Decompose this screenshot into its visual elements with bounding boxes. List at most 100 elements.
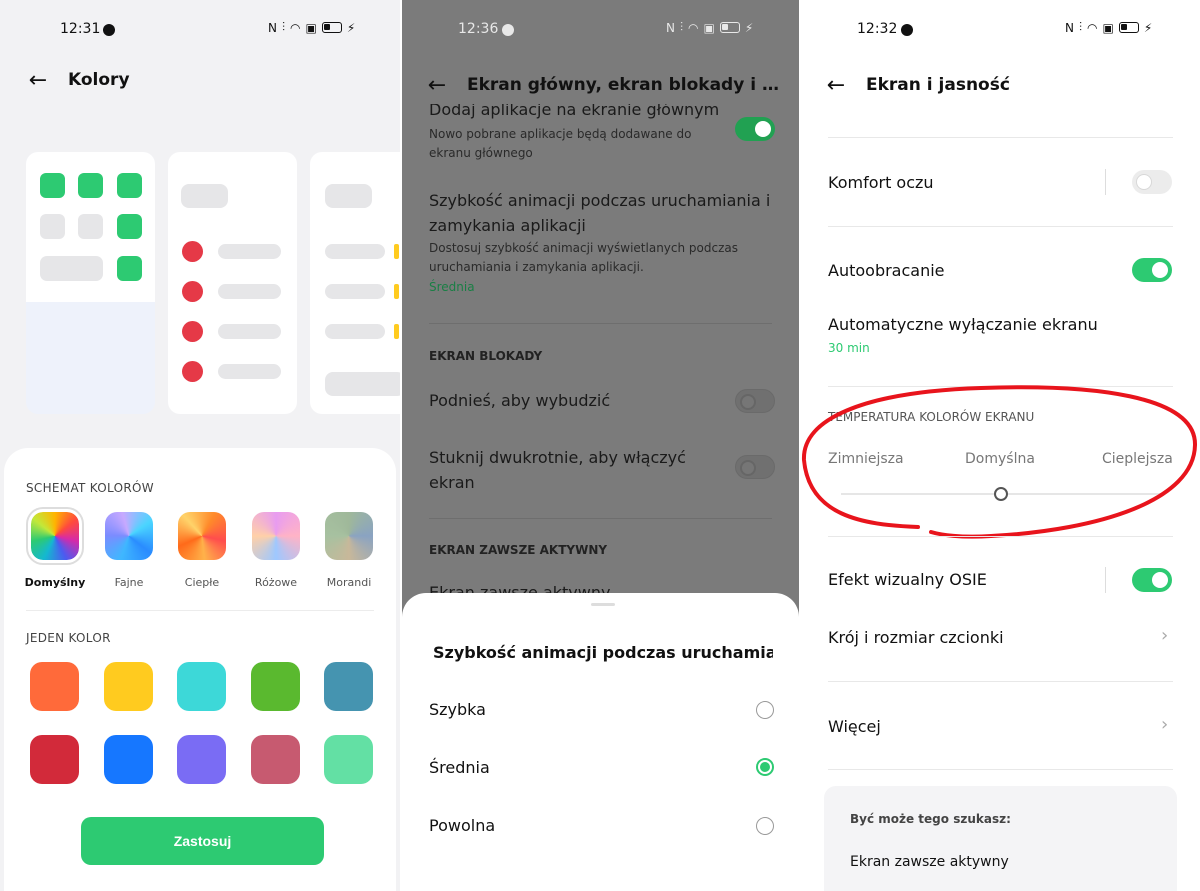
osie-toggle[interactable] bbox=[1132, 568, 1172, 592]
sim-icon: ▣ bbox=[1102, 20, 1114, 35]
preview-bar bbox=[325, 284, 385, 299]
add-apps-desc: Nowo pobrane aplikacje będą dodawane do … bbox=[429, 127, 692, 160]
colors-screen: 12:31 N ⫶ ◠ ▣ ⚡ ← Kolory SCHEMAT KOLORÓW… bbox=[0, 0, 400, 891]
color-swatch[interactable] bbox=[30, 735, 79, 784]
eye-comfort-toggle[interactable] bbox=[1132, 170, 1172, 194]
color-swatch[interactable] bbox=[30, 662, 79, 711]
divider bbox=[429, 518, 772, 519]
divider bbox=[828, 769, 1173, 770]
charging-icon: ⚡ bbox=[744, 20, 754, 35]
divider bbox=[429, 323, 772, 324]
double-tap-toggle[interactable] bbox=[735, 455, 775, 479]
auto-rotate-label: Autoobracanie bbox=[828, 261, 945, 280]
scheme-warm[interactable]: Ciepłe bbox=[177, 512, 227, 589]
scheme-morandi[interactable]: Morandi bbox=[324, 512, 374, 589]
preview-icon bbox=[117, 256, 142, 281]
scheme-pink[interactable]: Różowe bbox=[251, 512, 301, 589]
scheme-swatch bbox=[178, 512, 226, 560]
divider bbox=[828, 536, 1173, 537]
scheme-label: Morandi bbox=[326, 576, 372, 589]
preview-bar bbox=[181, 184, 228, 208]
status-bar: 12:31 N ⫶ ◠ ▣ ⚡ bbox=[0, 18, 400, 42]
color-swatch[interactable] bbox=[104, 662, 153, 711]
status-time: 12:36 bbox=[458, 21, 499, 37]
vibrate-icon: ⫶ bbox=[679, 20, 683, 34]
page-title: Kolory bbox=[68, 70, 130, 90]
divider bbox=[828, 226, 1173, 227]
charging-icon: ⚡ bbox=[346, 20, 356, 35]
back-arrow-icon[interactable]: ← bbox=[417, 73, 457, 98]
chevron-right-icon: › bbox=[1161, 714, 1169, 735]
scheme-label: Ciepłe bbox=[184, 576, 220, 589]
back-arrow-icon[interactable]: ← bbox=[18, 68, 58, 93]
preview-icon bbox=[117, 173, 142, 198]
scheme-label: Fajne bbox=[114, 576, 144, 589]
add-apps-toggle[interactable] bbox=[735, 117, 775, 141]
color-swatch[interactable] bbox=[177, 662, 226, 711]
preview-dot bbox=[182, 281, 203, 302]
apply-button[interactable]: Zastosuj bbox=[81, 817, 324, 865]
option-fast[interactable]: Szybka bbox=[429, 700, 486, 719]
color-swatch[interactable] bbox=[324, 662, 373, 711]
chevron-right-icon: › bbox=[1161, 625, 1169, 646]
auto-rotate-toggle[interactable] bbox=[1132, 258, 1172, 282]
color-swatch[interactable] bbox=[324, 735, 373, 784]
color-swatch[interactable] bbox=[104, 735, 153, 784]
vibrate-icon: ⫶ bbox=[281, 20, 285, 34]
eye-comfort-label: Komfort oczu bbox=[828, 173, 934, 192]
vibrate-icon: ⫶ bbox=[1078, 20, 1082, 34]
divider bbox=[1105, 169, 1106, 195]
preview-dot bbox=[182, 241, 203, 262]
battery-icon bbox=[321, 22, 342, 33]
auto-off-label[interactable]: Automatyczne wyłączanie ekranu bbox=[828, 315, 1098, 334]
anim-speed-value: Średnia bbox=[429, 280, 475, 294]
preview-icon bbox=[117, 214, 142, 239]
status-time: 12:32 bbox=[857, 21, 898, 37]
color-swatch[interactable] bbox=[251, 735, 300, 784]
color-swatch[interactable] bbox=[251, 662, 300, 711]
raise-to-wake-toggle[interactable] bbox=[735, 389, 775, 413]
color-swatch[interactable] bbox=[177, 735, 226, 784]
page-title: Ekran główny, ekran blokady i ekran za..… bbox=[467, 75, 789, 95]
preview-icon bbox=[78, 214, 103, 239]
option-fast-radio[interactable] bbox=[756, 701, 774, 719]
wifi-icon: ◠ bbox=[290, 20, 301, 35]
divider bbox=[828, 681, 1173, 682]
font-item[interactable]: Krój i rozmiar czcionki bbox=[828, 628, 1004, 647]
osie-label: Efekt wizualny OSIE bbox=[828, 570, 987, 589]
back-arrow-icon[interactable]: ← bbox=[816, 73, 856, 98]
status-bar: 12:32 N ⫶ ◠ ▣ ⚡ bbox=[801, 18, 1200, 42]
divider bbox=[828, 137, 1173, 138]
header: ← Ekran i jasność bbox=[801, 67, 1200, 103]
section-aod: EKRAN ZAWSZE AKTYWNY bbox=[429, 543, 608, 557]
anim-speed-desc: Dostosuj szybkość animacji wyświetlanych… bbox=[429, 241, 738, 274]
option-medium[interactable]: Średnia bbox=[429, 758, 490, 777]
option-slow[interactable]: Powolna bbox=[429, 816, 495, 835]
scheme-cool[interactable]: Fajne bbox=[104, 512, 154, 589]
preview-bar bbox=[218, 244, 281, 259]
header: ← Kolory bbox=[0, 62, 400, 98]
wifi-icon: ◠ bbox=[1087, 20, 1098, 35]
option-slow-radio[interactable] bbox=[756, 817, 774, 835]
suggestion-item[interactable]: Ekran zawsze aktywny bbox=[850, 854, 1009, 870]
wifi-icon: ◠ bbox=[688, 20, 699, 35]
preview-bar bbox=[218, 284, 281, 299]
option-medium-radio[interactable] bbox=[756, 758, 774, 776]
anim-speed-title[interactable]: Szybkość animacji podczas uruchamiania i… bbox=[429, 188, 774, 238]
nfc-icon: N bbox=[268, 20, 277, 35]
preview-dot bbox=[182, 361, 203, 382]
sheet-handle[interactable] bbox=[591, 603, 615, 606]
preview-icon bbox=[40, 173, 65, 198]
preview-bar bbox=[218, 324, 281, 339]
scheme-swatch bbox=[325, 512, 373, 560]
preview-bar bbox=[325, 372, 400, 396]
nfc-icon: N bbox=[666, 20, 675, 35]
home-lock-screen: 12:36 N ⫶ ◠ ▣ ⚡ ← Ekran główny, ekran bl… bbox=[402, 0, 799, 891]
raise-to-wake-label: Podnieś, aby wybudzić bbox=[429, 391, 611, 410]
status-icons: N ⫶ ◠ ▣ ⚡ bbox=[1065, 20, 1152, 35]
battery-icon bbox=[719, 22, 740, 33]
more-item[interactable]: Więcej bbox=[828, 717, 881, 736]
display-brightness-screen: 12:32 N ⫶ ◠ ▣ ⚡ ← Ekran i jasność Komfor… bbox=[801, 0, 1200, 891]
divider bbox=[1105, 567, 1106, 593]
scheme-default[interactable]: Domyślny bbox=[25, 509, 85, 589]
